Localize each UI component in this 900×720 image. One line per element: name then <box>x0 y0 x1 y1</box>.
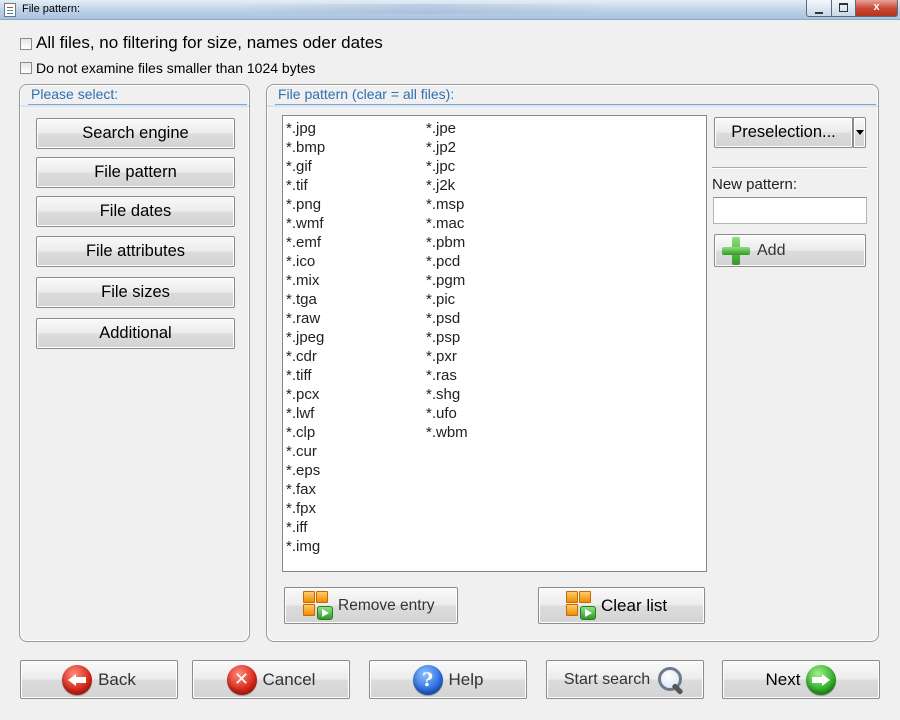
cancel-x-icon: ✕ <box>226 664 257 695</box>
cancel-label: Cancel <box>262 669 316 689</box>
blocks-remove-icon <box>303 590 335 621</box>
pattern-list-item[interactable]: *.jp2 <box>426 138 468 157</box>
pattern-list-item[interactable]: *.img <box>286 537 325 556</box>
start-search-label: Start search <box>563 670 651 688</box>
pattern-list-item[interactable]: *.cdr <box>286 347 325 366</box>
all-files-option[interactable]: All files, no filtering for size, names … <box>20 33 383 53</box>
back-label: Back <box>98 669 136 689</box>
pattern-list-item[interactable]: *.wmf <box>286 214 325 233</box>
pattern-list-item[interactable]: *.cur <box>286 442 325 461</box>
cancel-button[interactable]: ✕ Cancel <box>192 660 350 699</box>
new-pattern-input[interactable] <box>713 197 867 224</box>
title-bar-ghost <box>240 4 610 14</box>
nav-file-sizes-button[interactable]: File sizes <box>36 277 235 308</box>
plus-icon <box>721 236 751 266</box>
help-question-icon: ? <box>412 664 443 695</box>
pattern-list-item[interactable]: *.msp <box>426 195 468 214</box>
close-button[interactable]: x <box>855 0 898 17</box>
pattern-list-item[interactable]: *.raw <box>286 309 325 328</box>
pattern-column-2: *.jpe *.jp2 *.jpc *.j2k *.msp *.mac *.pbm *.pcd… <box>426 119 468 442</box>
pattern-list-item[interactable]: *.pic <box>426 290 468 309</box>
nav-additional-button[interactable]: Additional <box>36 318 235 349</box>
pattern-list-item[interactable]: *.bmp <box>286 138 325 157</box>
all-files-checkbox[interactable] <box>20 38 32 50</box>
all-files-label: All files, no filtering for size, names … <box>36 33 383 52</box>
pattern-list-item[interactable]: *.iff <box>286 518 325 537</box>
pattern-list-item[interactable]: *.ras <box>426 366 468 385</box>
pattern-list-item[interactable]: *.ufo <box>426 404 468 423</box>
pattern-column-1: *.jpg *.bmp *.gif *.tif *.png *.wmf *.emf *.ico… <box>286 119 325 556</box>
nav-file-pattern-button[interactable]: File pattern <box>36 157 235 188</box>
pattern-list-item[interactable]: *.jpe <box>426 119 468 138</box>
start-search-button[interactable]: Start search <box>546 660 704 699</box>
pattern-list-item[interactable]: *.pgm <box>426 271 468 290</box>
magnifier-icon <box>656 665 686 695</box>
pattern-list[interactable]: *.jpg *.bmp *.gif *.tif *.png *.wmf *.emf *.ico… <box>282 115 707 572</box>
help-button[interactable]: ? Help <box>369 660 527 699</box>
pattern-list-item[interactable]: *.mix <box>286 271 325 290</box>
file-pattern-header: File pattern (clear = all files): <box>267 85 878 107</box>
maximize-button[interactable] <box>831 0 856 17</box>
preselection-button[interactable]: Preselection... <box>714 117 853 148</box>
preselection-dropdown-button[interactable] <box>853 117 866 148</box>
pattern-list-item[interactable]: *.pcx <box>286 385 325 404</box>
window-title: File pattern: <box>22 3 81 15</box>
back-arrow-icon <box>62 664 93 695</box>
pattern-list-item[interactable]: *.shg <box>426 385 468 404</box>
pattern-list-item[interactable]: *.gif <box>286 157 325 176</box>
clear-list-label: Clear list <box>601 595 668 615</box>
add-label: Add <box>757 241 786 259</box>
divider <box>712 167 867 168</box>
pattern-list-item[interactable]: *.jpg <box>286 119 325 138</box>
pattern-list-item[interactable]: *.tga <box>286 290 325 309</box>
app-icon <box>4 3 16 17</box>
remove-entry-label: Remove entry <box>338 596 435 614</box>
next-arrow-icon <box>806 664 837 695</box>
pattern-list-item[interactable]: *.fpx <box>286 499 325 518</box>
pattern-list-item[interactable]: *.tif <box>286 176 325 195</box>
pattern-list-item[interactable]: *.eps <box>286 461 325 480</box>
pattern-list-item[interactable]: *.psp <box>426 328 468 347</box>
pattern-list-item[interactable]: *.clp <box>286 423 325 442</box>
minimize-button[interactable] <box>806 0 832 17</box>
pattern-list-item[interactable]: *.lwf <box>286 404 325 423</box>
back-button[interactable]: Back <box>20 660 178 699</box>
please-select-header: Please select: <box>20 85 249 107</box>
remove-entry-button[interactable]: Remove entry <box>284 587 458 624</box>
nav-file-dates-button[interactable]: File dates <box>36 196 235 227</box>
pattern-list-item[interactable]: *.jpc <box>426 157 468 176</box>
pattern-list-item[interactable]: *.wbm <box>426 423 468 442</box>
min-size-checkbox[interactable] <box>20 62 32 74</box>
next-button[interactable]: Next <box>722 660 880 699</box>
pattern-list-item[interactable]: *.mac <box>426 214 468 233</box>
clear-list-button[interactable]: Clear list <box>538 587 705 624</box>
min-size-label: Do not examine files smaller than 1024 b… <box>36 60 316 76</box>
pattern-list-item[interactable]: *.pcd <box>426 252 468 271</box>
pattern-list-item[interactable]: *.jpeg <box>286 328 325 347</box>
pattern-list-item[interactable]: *.png <box>286 195 325 214</box>
help-label: Help <box>448 669 484 689</box>
pattern-list-item[interactable]: *.pbm <box>426 233 468 252</box>
pattern-list-item[interactable]: *.pxr <box>426 347 468 366</box>
title-bar[interactable]: File pattern: x <box>0 0 900 20</box>
new-pattern-label: New pattern: <box>712 176 798 193</box>
pattern-list-item[interactable]: *.psd <box>426 309 468 328</box>
nav-file-attributes-button[interactable]: File attributes <box>36 236 235 267</box>
pattern-list-item[interactable]: *.fax <box>286 480 325 499</box>
nav-search-engine-button[interactable]: Search engine <box>36 118 235 149</box>
next-label: Next <box>765 669 801 689</box>
pattern-list-item[interactable]: *.tiff <box>286 366 325 385</box>
pattern-list-item[interactable]: *.emf <box>286 233 325 252</box>
pattern-list-item[interactable]: *.ico <box>286 252 325 271</box>
add-button[interactable]: Add <box>714 234 866 267</box>
pattern-list-item[interactable]: *.j2k <box>426 176 468 195</box>
blocks-clear-icon <box>566 590 598 621</box>
min-size-option[interactable]: Do not examine files smaller than 1024 b… <box>20 60 315 76</box>
